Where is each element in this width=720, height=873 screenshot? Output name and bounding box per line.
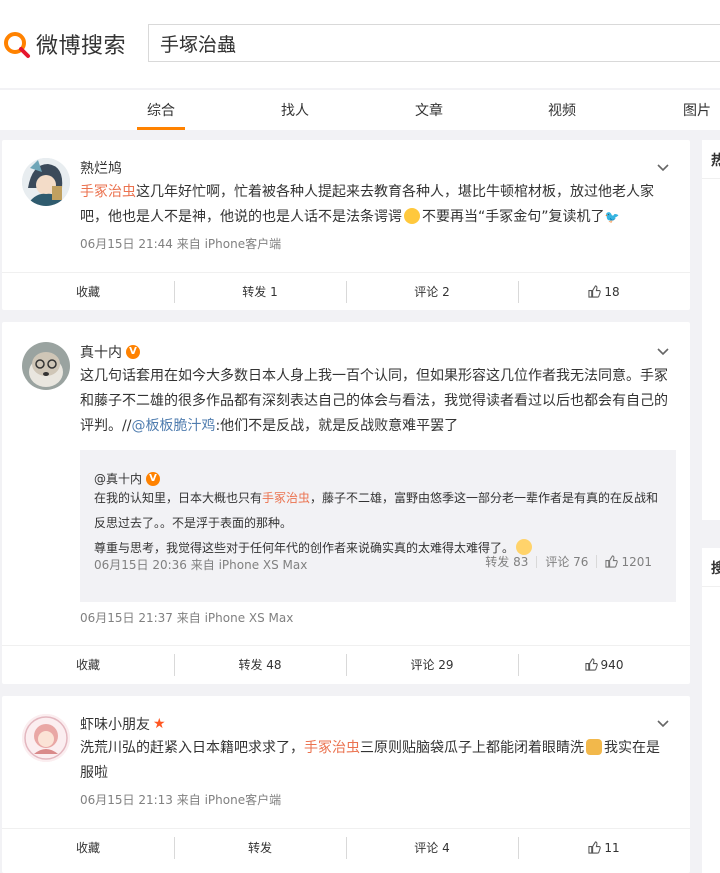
sidebar-title: 热 [711,153,720,169]
chevron-down-icon[interactable] [656,345,670,359]
tab-people[interactable]: 找人 [281,100,309,120]
tab-videos[interactable]: 视频 [548,100,576,120]
post-meta[interactable]: 06月15日 21:44 来自 iPhone客户端 [80,235,281,252]
repost-repost-count[interactable]: 转发 83 [477,556,536,568]
chevron-down-icon[interactable] [656,717,670,731]
avatar-image [22,158,70,206]
chevron-down-icon[interactable] [656,161,670,175]
repost-like-count[interactable]: 1201 [596,555,660,568]
tab-images[interactable]: 图片 [683,100,711,120]
like-button[interactable]: 940 [518,646,690,683]
tab-articles[interactable]: 文章 [415,100,443,120]
post-actions: 收藏 转发 1 评论 2 18 [2,272,690,310]
author-name[interactable]: 熟烂鸠 [80,158,122,178]
keyword-highlight[interactable]: 手冢治虫 [80,184,136,200]
repost-comment-count[interactable]: 评论 76 [536,555,596,568]
collect-button[interactable]: 收藏 [2,273,174,310]
search-tabs: 综合 找人 文章 视频 图片 [0,90,720,130]
repost-meta[interactable]: 06月15日 20:36 来自 iPhone XS Max [94,556,307,573]
thumbs-up-icon [588,285,602,298]
verified-badge-icon: V [126,345,140,359]
repost-text: 在我的认知里，日本大概也只有手冢治虫，藤子不二雄，富野由悠季这一部分老一辈作者是… [94,491,659,555]
mention-link[interactable]: @板板脆汁鸡 [131,418,215,434]
avatar-image [22,714,70,762]
divider [702,178,720,179]
search-input[interactable] [149,25,720,61]
post-meta[interactable]: 06月15日 21:37 来自 iPhone XS Max [80,609,293,626]
sidebar-search-panel: 搜 [702,548,720,873]
repost-stats: 转发 83 评论 76 1201 [477,555,660,568]
active-tab-indicator [137,127,185,130]
thumbs-up-icon [584,658,598,671]
sidebar-title-2: 搜 [711,561,720,577]
post-text: 洗荒川弘的赶紧入日本籍吧求求了，手冢治虫三原则贴脑袋瓜子上都能闭着眼睛洗 我实在是… [80,739,660,781]
search-logo-icon [4,32,30,58]
search-box[interactable] [148,24,720,62]
post-card: 虾味小朋友 ★ 洗荒川弘的赶紧入日本籍吧求求了，手冢治虫三原则贴脑袋瓜子上都能闭着… [2,696,690,873]
reposted-content[interactable]: @真十内 V 在我的认知里，日本大概也只有手冢治虫，藤子不二雄，富野由悠季这一部分… [80,450,676,602]
star-badge-icon: ★ [153,716,166,732]
post-card: 熟烂鸠 手冢治虫这几年好忙啊，忙着被各种人提起来去教育各种人，堪比牛顿棺材板，放… [2,140,690,310]
post-text: 这几句话套用在如今大多数日本人身上我一百个认同，但如果形容这几位作者我无法同意。… [80,368,668,434]
tab-comprehensive[interactable]: 综合 [147,100,175,120]
post-card: 真十内 V 这几句话套用在如今大多数日本人身上我一百个认同，但如果形容这几位作者我… [2,322,690,684]
thumbs-up-icon [588,841,602,854]
comment-button[interactable]: 评论 2 [346,273,518,310]
divider [702,586,720,587]
repost-author[interactable]: @真十内 V [94,470,161,487]
collect-button[interactable]: 收藏 [2,829,174,866]
collect-button[interactable]: 收藏 [2,646,174,683]
thumbs-up-icon [605,555,619,568]
emoji-icon [404,208,420,224]
avatar-image [22,342,70,390]
bird-emoji-icon: 🐦 [604,210,620,224]
top-bar: 微博搜索 [0,0,720,88]
author-name[interactable]: 虾味小朋友 ★ [80,714,166,734]
repost-button[interactable]: 转发 [174,829,346,866]
avatar[interactable] [22,342,70,390]
post-actions: 收藏 转发 评论 4 11 [2,828,690,866]
avatar[interactable] [22,158,70,206]
post-meta[interactable]: 06月15日 21:13 来自 iPhone客户端 [80,791,281,808]
keyword-highlight[interactable]: 手冢治虫 [304,740,360,756]
like-button[interactable]: 18 [518,273,690,310]
sidebar-hot-panel: 热 [702,140,720,520]
weibo-search-logo[interactable]: 微博搜索 [2,28,126,60]
verified-badge-icon: V [146,471,161,486]
keyword-highlight[interactable]: 手冢治虫 [262,491,310,505]
logo-text: 微博搜索 [36,34,127,59]
comment-button[interactable]: 评论 4 [346,829,518,866]
emoji-icon [516,539,533,555]
avatar[interactable] [22,714,70,762]
author-name[interactable]: 真十内 V [80,342,140,362]
pray-emoji-icon [586,739,602,755]
like-button[interactable]: 11 [518,829,690,866]
repost-button[interactable]: 转发 1 [174,273,346,310]
post-text: 手冢治虫这几年好忙啊，忙着被各种人提起来去教育各种人，堪比牛顿棺材板，放过他老人… [80,184,654,225]
comment-button[interactable]: 评论 29 [346,646,518,683]
repost-button[interactable]: 转发 48 [174,646,346,683]
post-actions: 收藏 转发 48 评论 29 940 [2,645,690,683]
